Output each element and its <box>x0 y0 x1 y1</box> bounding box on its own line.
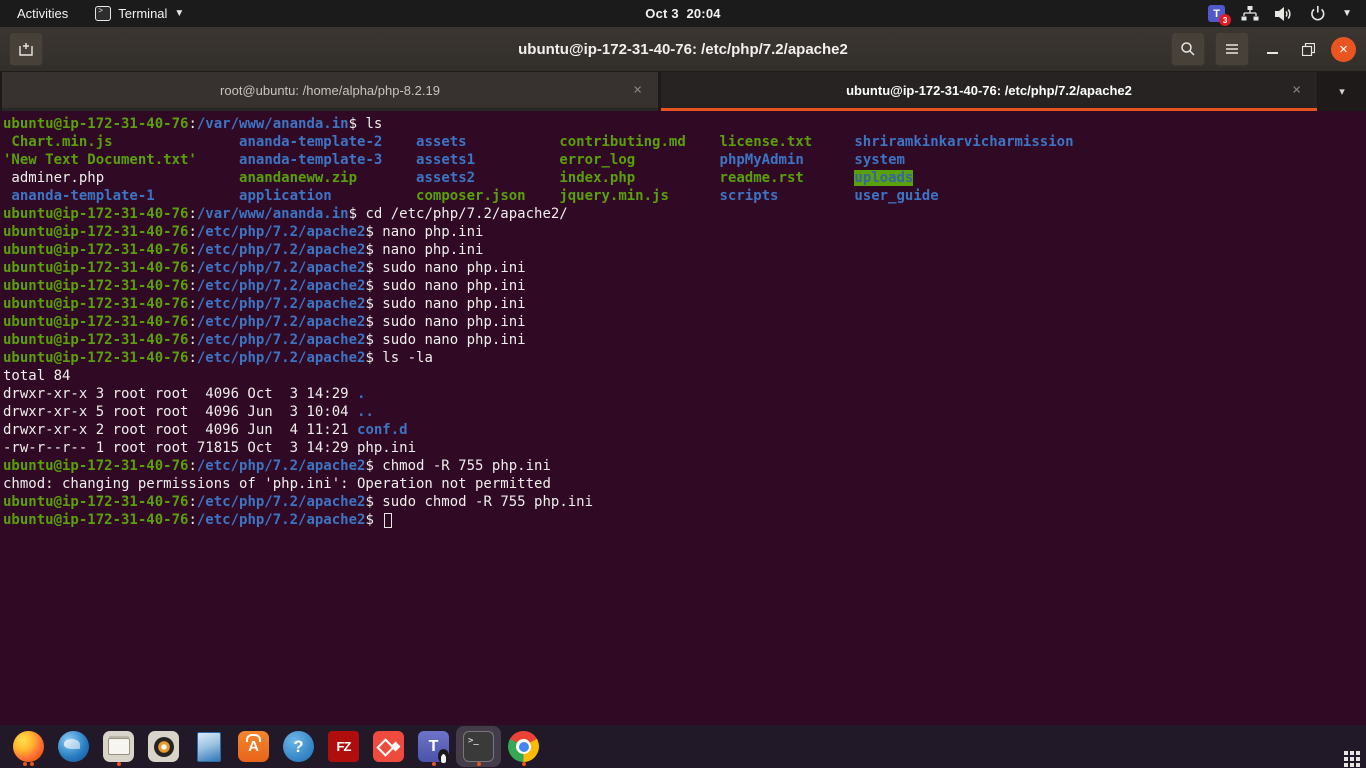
terminal-line: ubuntu@ip-172-31-40-76:/etc/php/7.2/apac… <box>3 313 1366 331</box>
terminal-line: ubuntu@ip-172-31-40-76:/etc/php/7.2/apac… <box>3 241 1366 259</box>
new-tab-button[interactable] <box>9 32 43 66</box>
dock-item-writer[interactable] <box>186 726 231 767</box>
terminal-line: drwxr-xr-x 5 root root 4096 Jun 3 10:04 … <box>3 403 1366 421</box>
terminal-line: adminer.php anandaneww.zip assets2 index… <box>3 169 1366 187</box>
tray-chevron-down-icon[interactable]: ▼ <box>1342 8 1352 19</box>
rhythmbox-icon <box>148 731 179 762</box>
terminal-line: Chart.min.js ananda-template-2 assets co… <box>3 133 1366 151</box>
dock-item-filezilla[interactable]: FZ <box>321 726 366 767</box>
terminal-line: ubuntu@ip-172-31-40-76:/etc/php/7.2/apac… <box>3 259 1366 277</box>
apps-grid-icon <box>1344 751 1348 755</box>
dock-item-thunderbird[interactable] <box>51 726 96 767</box>
tab-ubuntu-apache2[interactable]: ubuntu@ip-172-31-40-76: /etc/php/7.2/apa… <box>661 72 1317 111</box>
help-icon: ? <box>283 731 314 762</box>
dock-item-anydesk[interactable] <box>366 726 411 767</box>
top-bar: Activities Terminal ▼ Oct 3 20:04 T 3 <box>0 0 1366 27</box>
dock-item-files[interactable] <box>96 726 141 767</box>
terminal-line: ubuntu@ip-172-31-40-76:/etc/php/7.2/apac… <box>3 349 1366 367</box>
show-applications-button[interactable] <box>1320 726 1360 767</box>
running-indicator <box>6 762 51 766</box>
files-icon <box>103 731 134 762</box>
dock-item-rhythmbox[interactable] <box>141 726 186 767</box>
terminal-line: ubuntu@ip-172-31-40-76:/etc/php/7.2/apac… <box>3 277 1366 295</box>
terminal-line: ubuntu@ip-172-31-40-76:/var/www/ananda.i… <box>3 205 1366 223</box>
terminal-output[interactable]: ubuntu@ip-172-31-40-76:/var/www/ananda.i… <box>0 111 1366 529</box>
app-menu-label: Terminal <box>118 6 167 21</box>
close-button[interactable]: × <box>1331 37 1356 62</box>
software-icon: A <box>238 731 269 762</box>
dock: A? FZ T >_ <box>0 725 1366 768</box>
teams-tray-icon[interactable]: T 3 <box>1208 5 1225 22</box>
chrome-icon <box>508 731 539 762</box>
restore-button[interactable] <box>1295 36 1321 62</box>
tab-close-icon[interactable]: × <box>1292 82 1301 99</box>
menu-button[interactable] <box>1215 32 1249 66</box>
terminal-line: ubuntu@ip-172-31-40-76:/etc/php/7.2/apac… <box>3 295 1366 313</box>
tab-list-chevron-down-icon[interactable]: ▾ <box>1318 72 1366 111</box>
anydesk-icon <box>373 731 404 762</box>
dock-item-terminal-app[interactable]: >_ <box>456 726 501 767</box>
search-button[interactable] <box>1171 32 1205 66</box>
app-menu-terminal[interactable]: Terminal ▼ <box>85 0 194 27</box>
dock-item-software[interactable]: A <box>231 726 276 767</box>
teams-linux-icon: T <box>418 731 449 762</box>
chevron-down-icon: ▼ <box>174 8 184 19</box>
terminal-line: ubuntu@ip-172-31-40-76:/etc/php/7.2/apac… <box>3 511 1366 529</box>
window-title: ubuntu@ip-172-31-40-76: /etc/php/7.2/apa… <box>518 41 848 58</box>
terminal-line: ubuntu@ip-172-31-40-76:/etc/php/7.2/apac… <box>3 223 1366 241</box>
terminal-pane[interactable]: ubuntu@ip-172-31-40-76:/var/www/ananda.i… <box>0 111 1366 725</box>
terminal-line: drwxr-xr-x 3 root root 4096 Oct 3 14:29 … <box>3 385 1366 403</box>
tab-root-ubuntu[interactable]: root@ubuntu: /home/alpha/php-8.2.19 × <box>2 72 658 111</box>
network-icon[interactable] <box>1241 6 1259 21</box>
terminal-line: ananda-template-1 application composer.j… <box>3 187 1366 205</box>
notification-badge: 3 <box>1219 14 1231 26</box>
terminal-line: ubuntu@ip-172-31-40-76:/etc/php/7.2/apac… <box>3 493 1366 511</box>
terminal-line: -rw-r--r-- 1 root root 71815 Oct 3 14:29… <box>3 439 1366 457</box>
dock-item-help[interactable]: ? <box>276 726 321 767</box>
window-controls: × <box>1171 32 1366 66</box>
system-tray: T 3 ▼ <box>1208 0 1366 27</box>
terminal-line: ubuntu@ip-172-31-40-76:/etc/php/7.2/apac… <box>3 457 1366 475</box>
clock-button[interactable]: Oct 3 20:04 <box>645 6 720 21</box>
thunderbird-icon <box>58 731 89 762</box>
terminal-cursor <box>384 513 392 528</box>
terminal-line: total 84 <box>3 367 1366 385</box>
dock-item-teams-linux[interactable]: T <box>411 726 456 767</box>
filezilla-icon: FZ <box>328 731 359 762</box>
minimize-button[interactable] <box>1259 36 1285 62</box>
terminal-icon <box>95 6 111 21</box>
dock-item-chrome[interactable] <box>501 726 546 767</box>
activities-button[interactable]: Activities <box>0 0 85 27</box>
tab-close-icon[interactable]: × <box>633 82 642 99</box>
terminal-line: 'New Text Document.txt' ananda-template-… <box>3 151 1366 169</box>
running-indicator <box>96 762 141 766</box>
close-icon: × <box>1339 41 1348 58</box>
terminal-app-icon: >_ <box>463 731 494 762</box>
dock-item-firefox[interactable] <box>6 726 51 767</box>
volume-icon[interactable] <box>1275 6 1293 22</box>
running-indicator <box>456 762 501 766</box>
running-indicator <box>501 762 546 766</box>
terminal-line: chmod: changing permissions of 'php.ini'… <box>3 475 1366 493</box>
firefox-icon <box>13 731 44 762</box>
terminal-line: ubuntu@ip-172-31-40-76:/var/www/ananda.i… <box>3 115 1366 133</box>
terminal-line: drwxr-xr-x 2 root root 4096 Jun 4 11:21 … <box>3 421 1366 439</box>
window-titlebar[interactable]: ubuntu@ip-172-31-40-76: /etc/php/7.2/apa… <box>0 27 1366 72</box>
tab-label: ubuntu@ip-172-31-40-76: /etc/php/7.2/apa… <box>846 83 1132 98</box>
tab-bar: root@ubuntu: /home/alpha/php-8.2.19 × ub… <box>0 72 1366 111</box>
power-icon[interactable] <box>1309 5 1326 22</box>
terminal-line: ubuntu@ip-172-31-40-76:/etc/php/7.2/apac… <box>3 331 1366 349</box>
tab-label: root@ubuntu: /home/alpha/php-8.2.19 <box>220 83 440 98</box>
writer-icon <box>193 731 224 762</box>
running-indicator <box>411 762 456 766</box>
